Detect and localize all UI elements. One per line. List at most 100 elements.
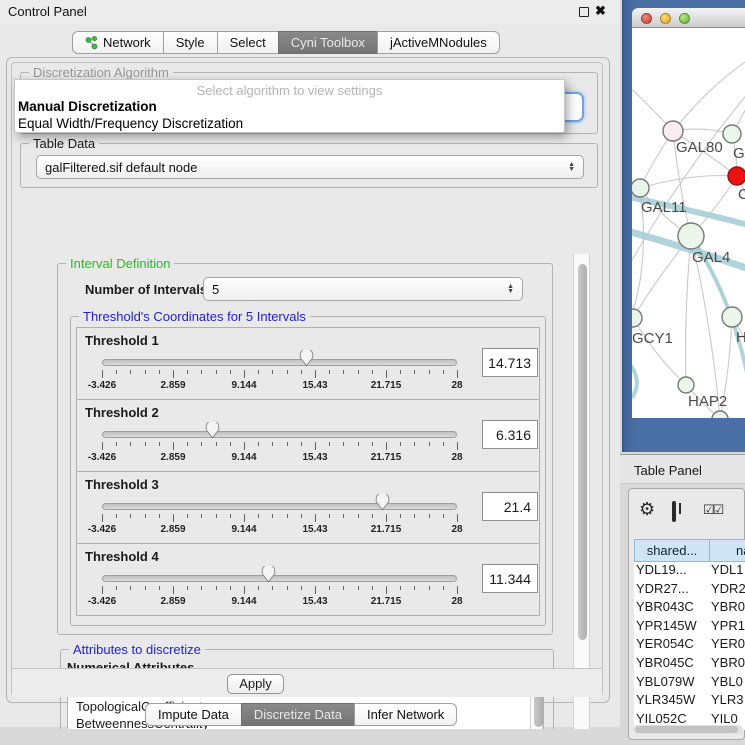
network-node[interactable] xyxy=(678,377,694,393)
column-header-name[interactable]: na xyxy=(709,539,745,562)
scroll-viewport: Interval Definition Number of Intervals … xyxy=(24,254,590,729)
tick-label: 9.144 xyxy=(231,380,256,391)
gear-icon[interactable]: ⚙ xyxy=(639,499,655,520)
table-row[interactable]: YBR043CYBR0 xyxy=(634,599,745,618)
threshold-slider-thumb[interactable] xyxy=(375,494,390,511)
table-data-title: Table Data xyxy=(29,136,99,151)
checkboxes-icon[interactable]: ☑☑ xyxy=(703,502,722,518)
tick-mark xyxy=(173,586,174,594)
table-data-combobox[interactable]: galFiltered.sif default node ▲▼ xyxy=(36,155,584,179)
algorithm-dropdown-popup: Select algorithm to view settings Manual… xyxy=(14,79,565,133)
network-window-titlebar[interactable] xyxy=(632,8,745,28)
tick-label: -3.426 xyxy=(88,524,116,535)
network-node[interactable] xyxy=(728,167,745,185)
tick-mark xyxy=(244,442,245,450)
table-row[interactable]: YLR345WYLR3 xyxy=(634,692,745,711)
tick-label: 21.715 xyxy=(371,596,402,607)
threshold-value-field[interactable]: 21.4 xyxy=(482,492,538,521)
tick-mark xyxy=(358,586,359,590)
tab-impute-data[interactable]: Impute Data xyxy=(145,703,242,726)
split-columns-icon[interactable] xyxy=(672,501,676,522)
tab-style[interactable]: Style xyxy=(163,31,218,54)
tick-mark xyxy=(457,586,458,594)
tab-network[interactable]: Network xyxy=(72,31,164,54)
cell-name: YPR1 xyxy=(711,618,745,633)
threshold-value-field[interactable]: 11.344 xyxy=(482,564,538,593)
algorithm-placeholder: Select algorithm to view settings xyxy=(15,83,564,98)
close-traffic-light-icon[interactable] xyxy=(641,13,652,24)
table-row[interactable]: YDL19...YDL1 xyxy=(634,562,745,581)
table-row[interactable]: YER054CYER0 xyxy=(634,636,745,655)
tick-mark xyxy=(343,442,344,446)
threshold-slider-thumb[interactable] xyxy=(261,566,276,583)
tick-mark xyxy=(414,586,415,590)
num-intervals-value: 5 xyxy=(212,282,219,297)
threshold-slider-thumb[interactable] xyxy=(299,350,314,367)
algorithm-option-equal-width[interactable]: Equal Width/Frequency Discretization xyxy=(18,116,243,131)
cell-shared-name: YLR345W xyxy=(634,692,711,707)
tick-mark xyxy=(145,586,146,590)
tick-mark xyxy=(272,370,273,374)
tick-mark xyxy=(329,370,330,374)
algorithm-option-manual[interactable]: Manual Discretization xyxy=(18,99,157,114)
network-thick-edge xyxy=(632,358,637,398)
tick-mark xyxy=(187,514,188,518)
cell-shared-name: YBR043C xyxy=(634,599,711,614)
tick-label: 28 xyxy=(451,452,462,463)
table-row[interactable]: YBL079WYBL0 xyxy=(634,674,745,693)
tick-mark xyxy=(216,514,217,518)
tab-infer-network[interactable]: Infer Network xyxy=(354,703,457,726)
tick-mark xyxy=(429,370,430,374)
tick-mark xyxy=(102,442,103,450)
interval-definition-title: Interval Definition xyxy=(66,256,174,271)
threshold-list: Threshold 1 -3.4262.8599.14415.4321.7152… xyxy=(76,328,540,616)
slider-ticks: -3.4262.8599.14415.4321.71528 xyxy=(77,400,541,473)
viewport-scrollbar[interactable] xyxy=(573,254,590,729)
threshold-value-field[interactable]: 14.713 xyxy=(482,348,538,377)
tab-discretize-data[interactable]: Discretize Data xyxy=(241,703,355,726)
threshold-value-field[interactable]: 6.316 xyxy=(482,420,538,449)
table-row[interactable]: YDR27...YDR2 xyxy=(634,581,745,600)
tab-jactivemnodules[interactable]: jActiveMNodules xyxy=(377,31,500,54)
tab-select[interactable]: Select xyxy=(217,31,279,54)
network-node[interactable] xyxy=(722,307,742,327)
network-node[interactable] xyxy=(663,121,683,141)
table-row[interactable]: YPR145WYPR1 xyxy=(634,618,745,637)
network-canvas[interactable]: GAL80GACGAL11GAL4GCY1HHAP2 xyxy=(632,28,745,418)
minimize-traffic-light-icon[interactable] xyxy=(660,13,671,24)
column-header-shared[interactable]: shared... xyxy=(634,539,710,562)
tick-label: 15.43 xyxy=(302,452,327,463)
cell-name: YBL0 xyxy=(711,674,743,689)
tick-label: 9.144 xyxy=(231,452,256,463)
float-window-icon[interactable] xyxy=(579,7,589,17)
close-icon[interactable]: ✖ xyxy=(595,3,606,19)
network-node[interactable] xyxy=(678,223,704,249)
cell-shared-name: YDR27... xyxy=(634,581,711,596)
tick-mark xyxy=(414,370,415,374)
tick-mark xyxy=(301,370,302,374)
tick-mark xyxy=(201,514,202,518)
tab-cyni-toolbox[interactable]: Cyni Toolbox xyxy=(278,31,378,54)
tick-mark xyxy=(315,514,316,522)
tick-mark xyxy=(244,514,245,522)
table-row[interactable]: YBR045CYBR0 xyxy=(634,655,745,674)
tick-mark xyxy=(173,442,174,450)
network-node[interactable] xyxy=(712,411,728,418)
num-intervals-spinner[interactable]: 5 ▲▼ xyxy=(203,277,523,301)
threshold-slider-thumb[interactable] xyxy=(205,422,220,439)
tick-mark xyxy=(343,370,344,374)
apply-button[interactable]: Apply xyxy=(227,674,284,694)
network-node[interactable] xyxy=(723,125,741,143)
zoom-traffic-light-icon[interactable] xyxy=(679,13,690,24)
network-node[interactable] xyxy=(632,179,649,197)
tick-mark xyxy=(358,370,359,374)
network-node[interactable] xyxy=(632,309,642,327)
table-horizontal-scrollbar[interactable] xyxy=(633,725,743,734)
cell-name: YBR0 xyxy=(711,655,745,670)
tick-mark xyxy=(372,442,373,446)
tick-mark xyxy=(230,370,231,374)
tick-mark xyxy=(230,586,231,590)
tick-mark xyxy=(116,370,117,374)
table-rows[interactable]: YDL19...YDL1YDR27...YDR2YBR043CYBR0YPR14… xyxy=(634,562,745,730)
tick-mark xyxy=(329,514,330,518)
